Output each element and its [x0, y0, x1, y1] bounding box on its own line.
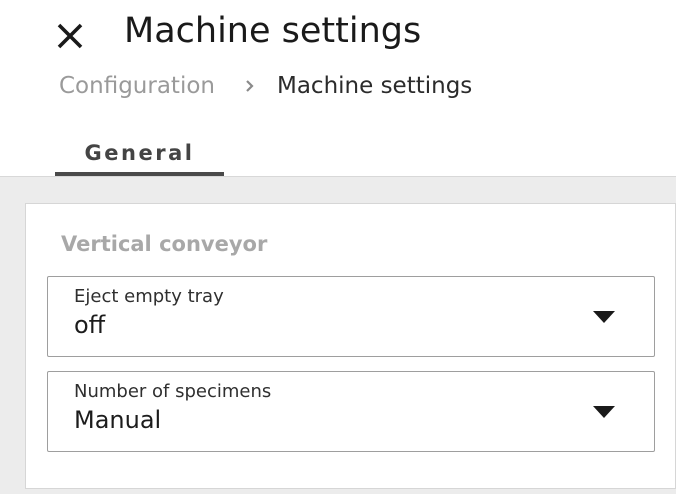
caret-down-icon	[593, 311, 615, 323]
section-title: Vertical conveyor	[61, 232, 268, 256]
breadcrumb-machine-settings: Machine settings	[276, 73, 473, 99]
tab-bar: General	[55, 134, 224, 176]
caret-down-icon	[593, 406, 615, 418]
page-title: Machine settings	[124, 11, 422, 51]
number-of-specimens-value: Manual	[74, 406, 162, 434]
close-icon	[57, 23, 83, 49]
tab-general[interactable]: General	[55, 134, 224, 176]
machine-settings-page: Machine settings Configuration Machine s…	[0, 0, 676, 494]
content-area: Vertical conveyor Eject empty tray off N…	[0, 176, 676, 494]
eject-empty-tray-select[interactable]: Eject empty tray off	[47, 276, 655, 357]
number-of-specimens-select[interactable]: Number of specimens Manual	[47, 371, 655, 452]
eject-empty-tray-value: off	[74, 311, 106, 339]
breadcrumb-separator-icon	[245, 79, 255, 93]
close-button[interactable]	[52, 14, 92, 54]
breadcrumb-configuration[interactable]: Configuration	[59, 73, 215, 99]
vertical-conveyor-card: Vertical conveyor Eject empty tray off N…	[25, 203, 676, 489]
breadcrumb: Configuration Machine settings	[59, 68, 472, 104]
number-of-specimens-label: Number of specimens	[74, 381, 272, 402]
eject-empty-tray-label: Eject empty tray	[74, 286, 224, 307]
